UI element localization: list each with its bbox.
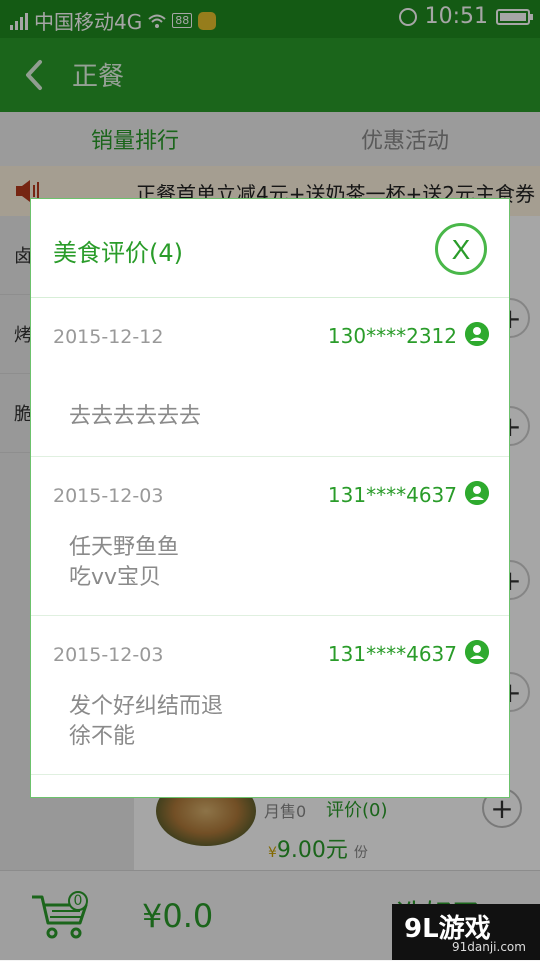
modal-header: 美食评价(4) X [31, 199, 509, 298]
review-item: 2015-12-12 130****2312 去去去去去去 [31, 298, 509, 457]
watermark-url: 91danji.com [452, 940, 526, 954]
review-item: 2015-12-03 131****4637 发个好纠结而退 徐不能 [31, 616, 509, 775]
review-user: 130****2312 [327, 324, 457, 348]
user-icon [465, 481, 489, 505]
review-text: 发个好纠结而退 徐不能 [69, 694, 224, 749]
close-icon[interactable]: X [435, 223, 487, 275]
review-user: 131****4637 [327, 483, 457, 507]
reviews-modal: 美食评价(4) X 2015-12-12 130****2312 去去去去去去 … [30, 198, 510, 798]
modal-title: 美食评价(4) [53, 239, 183, 267]
review-item: 2015-12-03 131****4637 任天野鱼鱼 吃vv宝贝 [31, 457, 509, 616]
review-text: 去去去去去去 [69, 404, 202, 429]
close-label: X [452, 234, 471, 265]
user-icon [465, 640, 489, 664]
review-user: 131****4637 [327, 642, 457, 666]
site-watermark: 9L游戏 91danji.com [392, 904, 540, 960]
review-text: 任天野鱼鱼 吃vv宝贝 [69, 535, 180, 590]
review-date: 2015-12-03 [53, 644, 164, 666]
review-date: 2015-12-12 [53, 326, 164, 348]
review-date: 2015-12-03 [53, 485, 164, 507]
user-icon [465, 322, 489, 346]
